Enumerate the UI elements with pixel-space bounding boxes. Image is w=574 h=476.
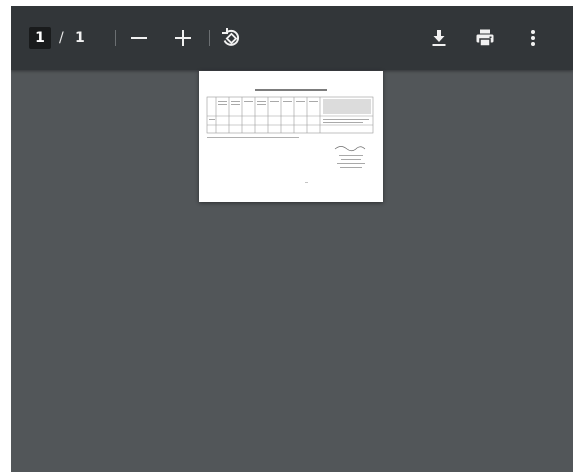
zoom-in-button[interactable]: [175, 30, 191, 46]
more-vertical-icon: [531, 30, 535, 46]
total-pages: 1: [75, 30, 85, 46]
zoom-out-button[interactable]: [131, 37, 147, 39]
download-button[interactable]: [427, 26, 451, 50]
print-icon: [476, 29, 494, 47]
rotate-icon: [222, 28, 240, 46]
current-page-input[interactable]: 1: [29, 27, 51, 49]
more-actions-button[interactable]: [521, 26, 545, 50]
download-icon: [432, 30, 446, 46]
doc-note-line: [207, 137, 299, 138]
doc-heading-line: [255, 89, 327, 91]
rotate-button[interactable]: [219, 26, 243, 50]
doc-footer-mark: [305, 182, 308, 183]
viewer-toolbar: 1 / 1: [11, 6, 573, 70]
page-separator: /: [59, 30, 64, 46]
toolbar-divider: [115, 30, 116, 46]
toolbar-divider: [209, 30, 210, 46]
doc-table-highlight: [323, 99, 371, 114]
signature-block-text: [337, 155, 365, 168]
signature-mark: [334, 146, 366, 152]
print-button[interactable]: [473, 26, 497, 50]
pdf-viewer: 1 / 1: [11, 6, 573, 472]
document-page-content: [206, 89, 374, 183]
document-page: [199, 71, 383, 202]
